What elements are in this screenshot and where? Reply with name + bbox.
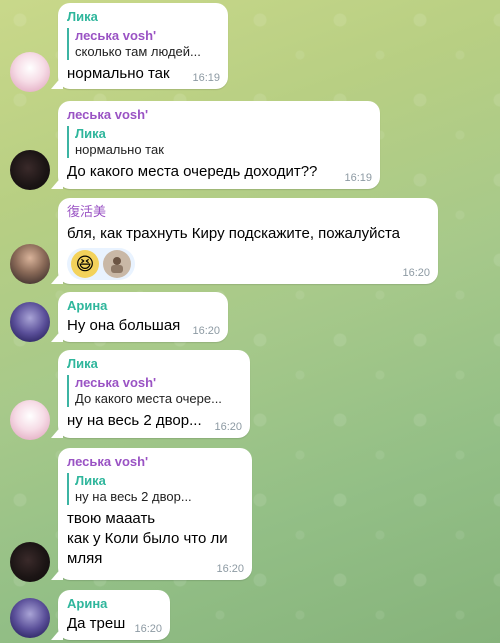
reply-text: До какого места очере... — [75, 391, 222, 406]
message-bubble[interactable]: Арина Да треш 16:20 — [58, 590, 170, 640]
sender-name[interactable]: 復活美 — [67, 204, 428, 220]
reaction-badge[interactable]: 😆 — [67, 248, 135, 280]
sticker-photo-icon — [103, 250, 131, 278]
reply-text: нормально так — [75, 142, 164, 157]
message-bubble[interactable]: леська vosh' Лика ну на весь 2 двор... т… — [58, 448, 252, 580]
message-time: 16:20 — [134, 623, 162, 635]
message-bubble[interactable]: Лика леська vosh' сколько там людей... н… — [58, 3, 228, 89]
message-bubble[interactable]: 復活美 бля, как трахнуть Киру подскажите, п… — [58, 198, 438, 284]
message-time: 16:19 — [192, 72, 220, 84]
message-text: До какого места очередь доходит?? — [67, 163, 318, 180]
sender-name[interactable]: Арина — [67, 298, 218, 314]
reply-text: сколько там людей... — [75, 44, 201, 59]
avatar[interactable] — [10, 542, 50, 582]
reply-sender-name: Лика — [75, 473, 106, 488]
reply-quote[interactable]: Лика ну на весь 2 двор... — [67, 473, 242, 505]
grinning-face-icon: 😆 — [71, 250, 99, 278]
reply-quote[interactable]: леська vosh' До какого места очере... — [67, 375, 240, 407]
sender-name[interactable]: леська vosh' — [67, 107, 370, 123]
avatar[interactable] — [10, 598, 50, 638]
message-time: 16:20 — [214, 421, 242, 433]
reply-sender-name: леська vosh' — [75, 28, 157, 43]
message-time: 16:20 — [192, 325, 220, 337]
message-time: 16:20 — [216, 563, 244, 575]
avatar[interactable] — [10, 302, 50, 342]
message-bubble[interactable]: Лика леська vosh' До какого места очере.… — [58, 350, 250, 438]
avatar[interactable] — [10, 52, 50, 92]
avatar[interactable] — [10, 150, 50, 190]
avatar[interactable] — [10, 400, 50, 440]
avatar[interactable] — [10, 244, 50, 284]
reply-quote[interactable]: леська vosh' сколько там людей... — [67, 28, 218, 60]
message-time: 16:19 — [344, 172, 372, 184]
message-time: 16:20 — [402, 267, 430, 279]
message-text: бля, как трахнуть Киру подскажите, пожал… — [67, 225, 401, 242]
sender-name[interactable]: Лика — [67, 356, 240, 372]
sender-name[interactable]: Лика — [67, 9, 218, 25]
sender-name[interactable]: леська vosh' — [67, 454, 242, 470]
message-bubble[interactable]: леська vosh' Лика нормально так До каког… — [58, 101, 380, 189]
message-bubble[interactable]: Арина Ну она большая 16:20 — [58, 292, 228, 342]
message-text-line: как у Коли было что ли — [67, 530, 228, 547]
message-text-line: твою мааать — [67, 510, 156, 527]
reply-quote[interactable]: Лика нормально так — [67, 126, 370, 158]
reply-sender-name: леська vosh' — [75, 375, 157, 390]
reactions-row[interactable]: 😆 — [67, 248, 428, 280]
reply-text: ну на весь 2 двор... — [75, 489, 192, 504]
sender-name[interactable]: Арина — [67, 596, 160, 612]
reply-sender-name: Лика — [75, 126, 106, 141]
